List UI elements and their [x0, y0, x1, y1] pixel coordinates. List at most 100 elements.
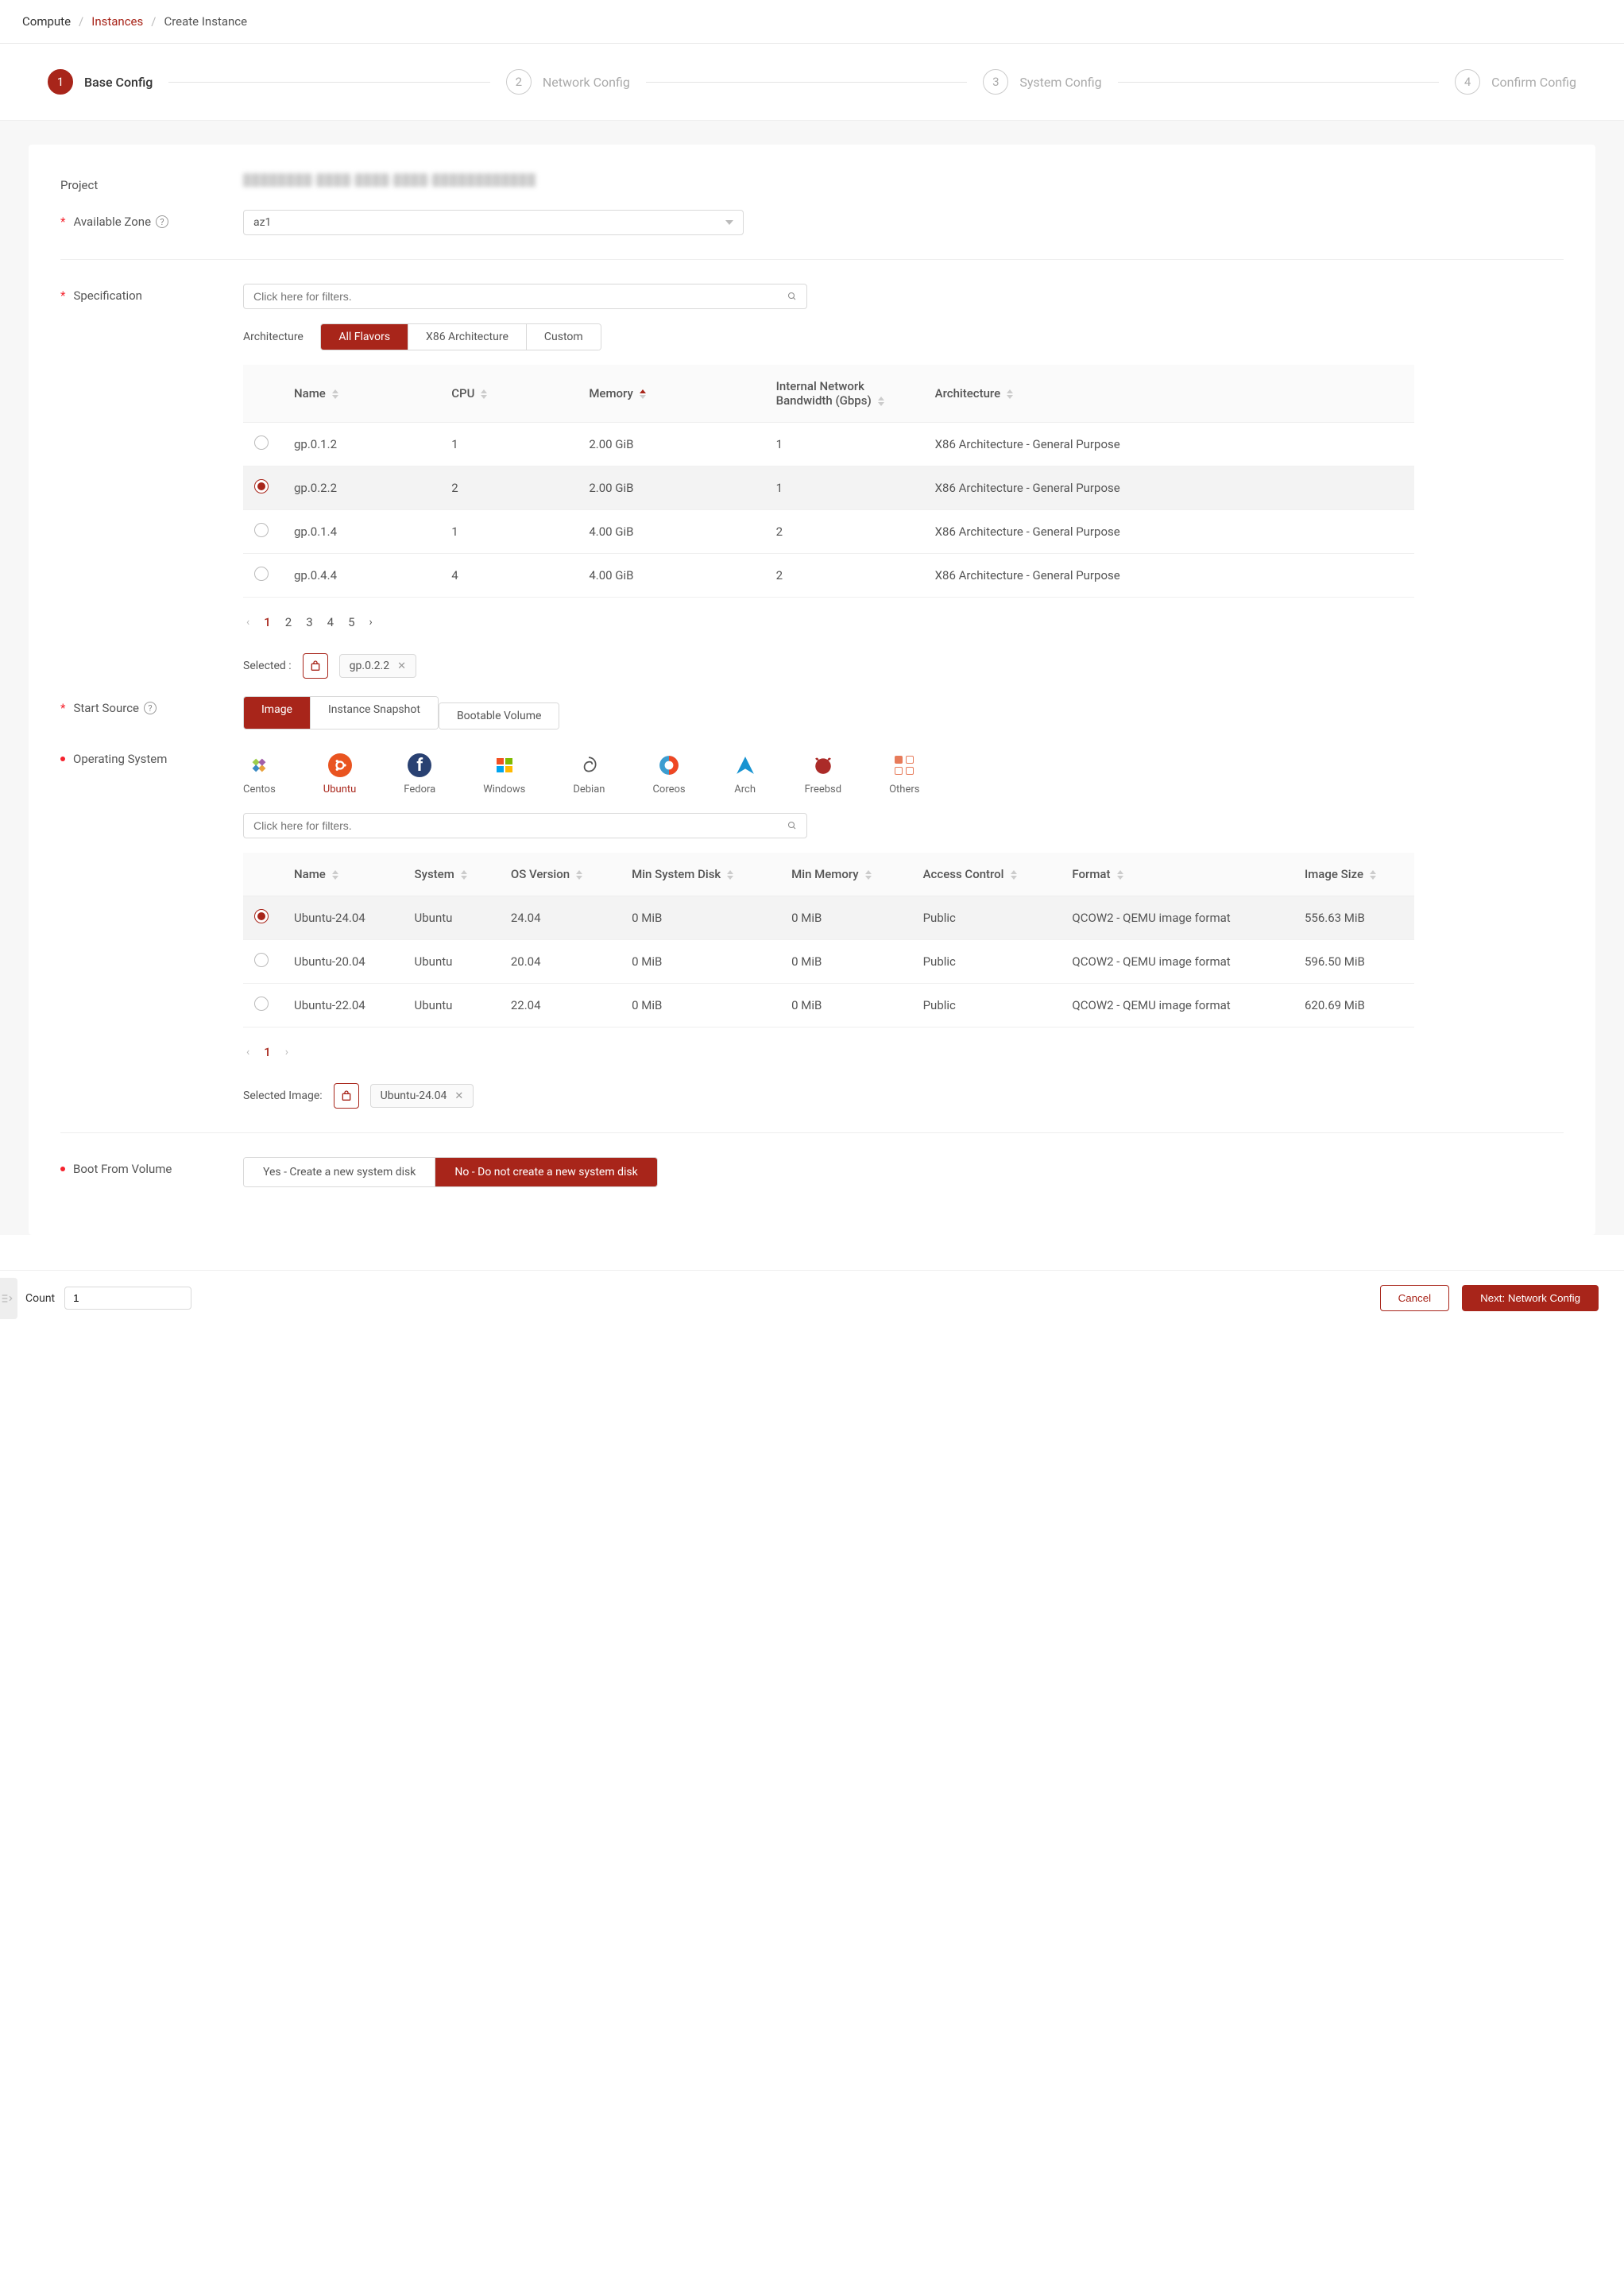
table-row[interactable]: Ubuntu-20.04 Ubuntu 20.04 0 MiB 0 MiB Pu… — [243, 940, 1414, 984]
spec-filter-text[interactable] — [253, 290, 781, 303]
tab-image[interactable]: Image — [244, 697, 311, 729]
step-base-config[interactable]: 1 Base Config — [48, 69, 153, 95]
os-coreos[interactable]: Coreos — [652, 753, 685, 795]
page-number[interactable]: 1 — [264, 1045, 271, 1059]
col-memory[interactable]: Memory — [578, 365, 764, 423]
table-row[interactable]: gp.0.1.2 1 2.00 GiB 1 X86 Architecture -… — [243, 423, 1414, 466]
tab-boot-no[interactable]: No - Do not create a new system disk — [435, 1158, 656, 1186]
image-filter-input[interactable] — [243, 813, 807, 838]
radio-button[interactable] — [254, 523, 269, 537]
next-page-icon[interactable]: › — [369, 616, 373, 629]
boot-from-volume-tabs: Yes - Create a new system disk No - Do n… — [243, 1157, 658, 1187]
page-number[interactable]: 1 — [264, 615, 271, 629]
centos-icon — [247, 753, 271, 777]
col-cpu[interactable]: CPU — [440, 365, 578, 423]
start-source-tabs: Image Instance Snapshot — [243, 696, 439, 730]
table-row[interactable]: gp.0.4.4 4 4.00 GiB 2 X86 Architecture -… — [243, 554, 1414, 598]
step-number: 2 — [506, 69, 532, 95]
tab-custom[interactable]: Custom — [527, 324, 601, 350]
row-project: Project ████████-████-████-████-████████… — [29, 173, 1595, 192]
prev-page-icon[interactable]: ‹ — [246, 616, 249, 629]
col-min-memory[interactable]: Min Memory — [780, 853, 911, 896]
os-others[interactable]: Others — [889, 753, 919, 795]
os-selector: Centos Ubuntu f Fedora Windows — [243, 747, 1564, 813]
tab-all-flavors[interactable]: All Flavors — [321, 324, 408, 350]
radio-button[interactable] — [254, 997, 269, 1011]
search-icon — [787, 821, 797, 830]
radio-button[interactable] — [254, 953, 269, 967]
sort-icon — [332, 870, 338, 880]
radio-button[interactable] — [254, 435, 269, 450]
selected-spec-chip[interactable]: gp.0.2.2 ✕ — [339, 654, 416, 678]
step-number: 4 — [1455, 69, 1480, 95]
cancel-button[interactable]: Cancel — [1380, 1285, 1450, 1311]
tab-x86[interactable]: X86 Architecture — [408, 324, 527, 350]
col-system[interactable]: System — [404, 853, 500, 896]
project-value: ████████-████-████-████-████████████ — [243, 174, 536, 187]
tab-boot-yes[interactable]: Yes - Create a new system disk — [244, 1158, 435, 1186]
available-zone-select[interactable]: az1 — [243, 210, 744, 235]
tab-instance-snapshot[interactable]: Instance Snapshot — [311, 697, 438, 729]
col-min-disk[interactable]: Min System Disk — [621, 853, 780, 896]
step-divider — [646, 82, 967, 83]
steps-bar: 1 Base Config 2 Network Config 3 System … — [0, 44, 1624, 121]
table-row[interactable]: gp.0.2.2 2 2.00 GiB 1 X86 Architecture -… — [243, 466, 1414, 510]
prev-page-icon[interactable]: ‹ — [246, 1046, 249, 1058]
page-number[interactable]: 4 — [327, 615, 334, 629]
table-row[interactable]: Ubuntu-24.04 Ubuntu 24.04 0 MiB 0 MiB Pu… — [243, 896, 1414, 940]
col-access[interactable]: Access Control — [912, 853, 1061, 896]
divider — [60, 259, 1564, 260]
fedora-icon: f — [408, 753, 431, 777]
os-freebsd[interactable]: Freebsd — [805, 753, 841, 795]
os-centos[interactable]: Centos — [243, 753, 276, 795]
image-table: Name System OS Version Min System Disk M… — [243, 853, 1414, 1109]
os-fedora[interactable]: f Fedora — [404, 753, 435, 795]
page-number[interactable]: 2 — [285, 615, 292, 629]
os-arch[interactable]: Arch — [733, 753, 757, 795]
drawer-handle-icon[interactable] — [0, 1278, 17, 1319]
available-zone-value: az1 — [253, 216, 271, 229]
image-filter-text[interactable] — [253, 819, 781, 832]
col-format[interactable]: Format — [1061, 853, 1293, 896]
spec-filter-input[interactable] — [243, 284, 807, 309]
radio-button[interactable] — [254, 909, 269, 923]
col-bandwidth[interactable]: Internal Network Bandwidth (Gbps) — [765, 365, 924, 423]
radio-button[interactable] — [254, 567, 269, 581]
sort-icon — [865, 870, 872, 880]
sort-icon — [1117, 870, 1123, 880]
os-windows[interactable]: Windows — [483, 753, 525, 795]
step-network-config[interactable]: 2 Network Config — [506, 69, 630, 95]
tab-bootable-volume[interactable]: Bootable Volume — [439, 703, 559, 729]
remove-chip-icon[interactable]: ✕ — [397, 660, 406, 672]
next-button[interactable]: Next: Network Config — [1462, 1285, 1599, 1311]
cart-icon[interactable] — [334, 1083, 359, 1109]
radio-button[interactable] — [254, 479, 269, 493]
page-number[interactable]: 5 — [348, 615, 354, 629]
step-confirm-config[interactable]: 4 Confirm Config — [1455, 69, 1576, 95]
next-page-icon[interactable]: › — [285, 1046, 288, 1058]
breadcrumb-l2-link[interactable]: Instances — [91, 14, 143, 29]
help-icon[interactable]: ? — [144, 702, 157, 714]
os-debian[interactable]: Debian — [573, 753, 605, 795]
help-icon[interactable]: ? — [156, 215, 168, 228]
os-ubuntu[interactable]: Ubuntu — [323, 753, 357, 795]
col-os-version[interactable]: OS Version — [500, 853, 621, 896]
table-row[interactable]: Ubuntu-22.04 Ubuntu 22.04 0 MiB 0 MiB Pu… — [243, 984, 1414, 1028]
col-architecture[interactable]: Architecture — [924, 365, 1414, 423]
selected-image-chip[interactable]: Ubuntu-24.04 ✕ — [370, 1084, 474, 1108]
count-input[interactable] — [64, 1287, 191, 1310]
step-system-config[interactable]: 3 System Config — [983, 69, 1101, 95]
step-divider — [1118, 82, 1439, 83]
table-row[interactable]: gp.0.1.4 1 4.00 GiB 2 X86 Architecture -… — [243, 510, 1414, 554]
cart-icon[interactable] — [303, 653, 328, 679]
spec-paginator: ‹ 1 2 3 4 5 › — [243, 598, 1414, 647]
col-image-size[interactable]: Image Size — [1293, 853, 1414, 896]
col-name[interactable]: Name — [283, 365, 440, 423]
page-number[interactable]: 3 — [306, 615, 312, 629]
cart-icon-svg — [340, 1089, 353, 1102]
arch-icon — [733, 753, 757, 777]
remove-chip-icon[interactable]: ✕ — [454, 1090, 463, 1102]
col-name[interactable]: Name — [283, 853, 404, 896]
debian-icon — [577, 753, 601, 777]
architecture-tabs: All Flavors X86 Architecture Custom — [320, 323, 601, 350]
